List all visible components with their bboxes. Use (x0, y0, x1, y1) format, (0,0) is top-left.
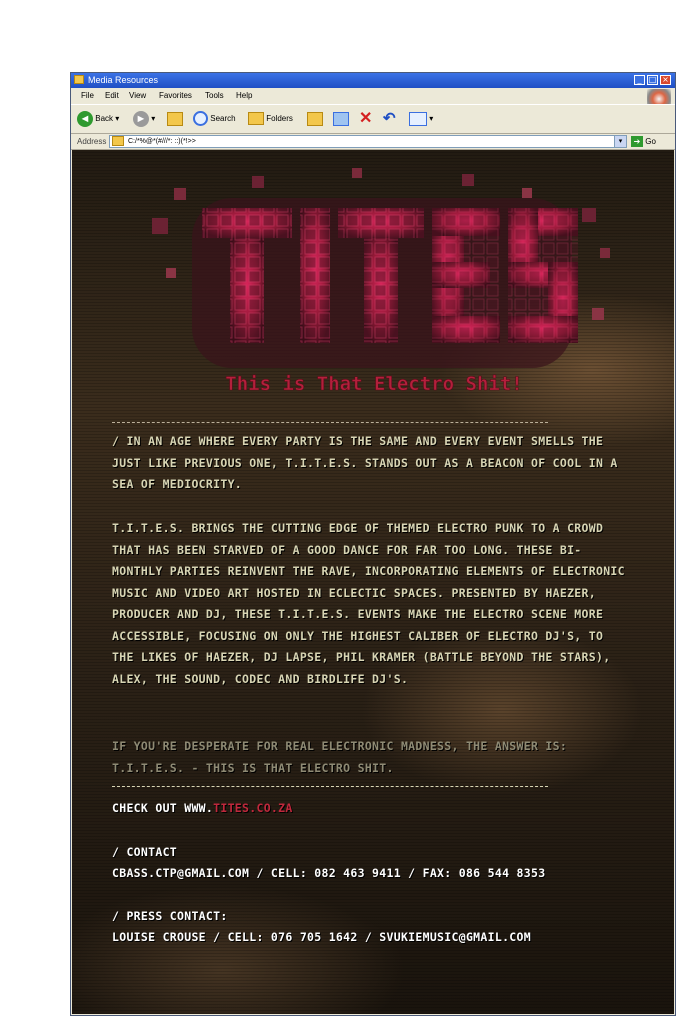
copy-to-icon (333, 111, 349, 126)
views-icon (409, 111, 427, 126)
up-folder-button[interactable] (167, 110, 183, 128)
about-paragraph: T.I.T.E.S. brings the cutting edge of th… (112, 521, 625, 686)
menu-favorites[interactable]: Favorites (159, 88, 192, 103)
views-button[interactable]: ▾ (409, 110, 433, 128)
undo-button[interactable]: ↶ (383, 110, 396, 128)
dropdown-arrow-icon[interactable]: ▾ (429, 114, 433, 123)
contact-details: cbass.ctp@gmail.com / Cell: 082 463 9411… (112, 866, 546, 880)
folders-icon (248, 112, 264, 126)
go-label: Go (645, 137, 656, 146)
address-label: Address (77, 137, 107, 146)
window-title: Media Resources (88, 75, 159, 85)
divider-bottom (112, 786, 548, 787)
folders-label: Folders (266, 114, 293, 123)
undo-icon: ↶ (383, 110, 396, 127)
title-bar[interactable]: Media Resources _ □ × (71, 73, 675, 88)
move-to-button[interactable] (307, 110, 323, 128)
minimize-button[interactable]: _ (634, 75, 645, 85)
delete-x-icon: ✕ (359, 110, 373, 127)
go-button[interactable]: ➔ Go (631, 135, 656, 148)
address-value: C:/*%@*(#///*: ::)(*!>> (128, 138, 196, 145)
contact-heading: / Contact (112, 845, 178, 859)
search-icon (193, 111, 208, 127)
intro-paragraph: / In an age where every party is the sam… (112, 434, 618, 491)
search-label: Search (210, 114, 236, 123)
search-button[interactable]: Search (193, 110, 236, 128)
address-dropdown-icon[interactable]: ▾ (614, 136, 626, 147)
menu-view[interactable]: View (129, 88, 146, 103)
logo-tagline: This is That Electro Shit! (225, 373, 522, 395)
close-button[interactable]: × (660, 75, 671, 85)
press-heading-text: / Press Contact: (112, 909, 228, 923)
address-input[interactable]: C:/*%@*(#///*: ::)(*!>> ▾ (109, 135, 627, 148)
press-heading: / Press Contact: (112, 906, 632, 928)
menu-bar: File Edit View Favorites Tools Help (71, 88, 675, 103)
forward-button[interactable]: ► ▾ (133, 110, 155, 128)
go-arrow-icon: ➔ (631, 136, 643, 148)
divider-top (112, 422, 548, 423)
back-arrow-icon: ◄ (77, 110, 93, 127)
folders-button[interactable]: Folders (248, 110, 293, 128)
page-content: This is That Electro Shit! / In an age w… (72, 150, 674, 1014)
checkout-line: Check out www.tites.co.za (112, 798, 632, 820)
browser-window: Media Resources _ □ × File Edit View Fav… (70, 72, 676, 1016)
toolbar: ◄ Back ▾ ► ▾ Search Folders ✕ ↶ ▾ (71, 104, 675, 134)
delete-button[interactable]: ✕ (359, 110, 372, 128)
address-bar: Address C:/*%@*(#///*: ::)(*!>> ▾ ➔ Go (71, 134, 675, 150)
madness-paragraph: If you're desperate for real electronic … (112, 739, 568, 775)
checkout-prefix: Check out www. (112, 801, 214, 815)
back-button[interactable]: ◄ Back ▾ (77, 110, 119, 128)
dropdown-arrow-icon[interactable]: ▾ (115, 114, 119, 123)
menu-edit[interactable]: Edit (105, 88, 119, 103)
website-link[interactable]: tites.co.za (213, 801, 292, 815)
maximize-button[interactable]: □ (647, 75, 658, 85)
move-to-icon (307, 111, 323, 126)
back-label: Back (95, 114, 114, 123)
press-details: Louise Crouse / Cell: 076 705 1642 / svu… (112, 930, 531, 944)
forward-arrow-icon: ► (133, 110, 149, 127)
up-folder-icon (167, 111, 183, 126)
menu-tools[interactable]: Tools (205, 88, 224, 103)
folder-icon (74, 75, 84, 84)
copy-to-button[interactable] (333, 110, 349, 128)
dropdown-arrow-icon[interactable]: ▾ (151, 114, 155, 123)
menu-help[interactable]: Help (236, 88, 252, 103)
menu-file[interactable]: File (81, 88, 94, 103)
folder-icon (112, 136, 124, 147)
tites-logo: This is That Electro Shit! (152, 168, 610, 395)
